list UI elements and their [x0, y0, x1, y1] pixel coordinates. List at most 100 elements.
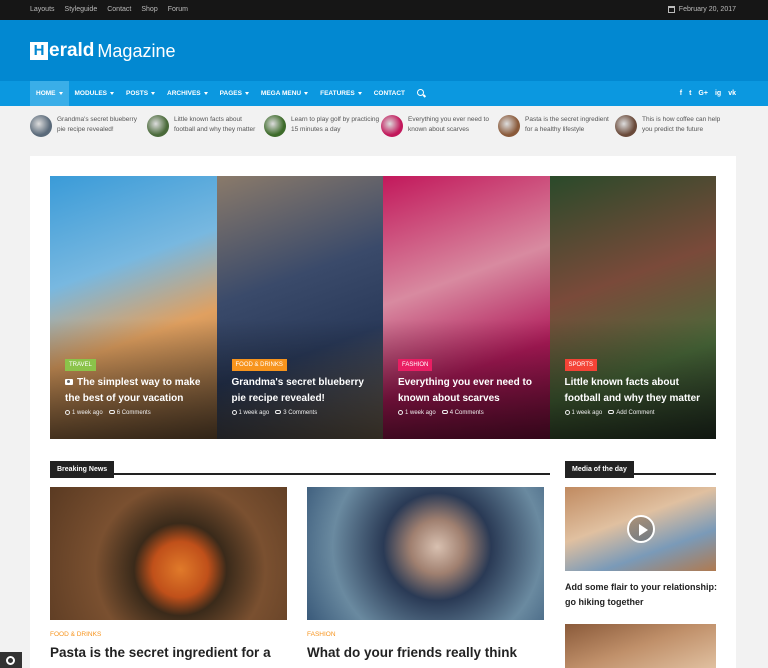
play-icon[interactable] [627, 515, 655, 543]
ticker-text[interactable]: Little known facts about football and wh… [174, 115, 264, 135]
ticker-thumbnail[interactable] [615, 115, 637, 137]
nav-item-label: FEATURES [320, 90, 355, 97]
content-panel: TRAVEL The simplest way to make the best … [30, 156, 736, 668]
featured-title[interactable]: Everything you ever need to known about … [398, 375, 540, 407]
post-time-text: 1 week ago [72, 410, 103, 417]
nav-item-home[interactable]: HOME [30, 81, 69, 106]
top-link-styleguide[interactable]: Styleguide [65, 6, 98, 13]
breaking-news-label: Breaking News [50, 461, 115, 478]
post-category[interactable]: FOOD & DRINKS [50, 631, 101, 638]
top-bar: Layouts Styleguide Contact Shop Forum Fe… [0, 0, 768, 20]
comment-icon [608, 410, 615, 415]
top-date: February 20, 2017 [667, 6, 736, 13]
ticker-thumbnail[interactable] [264, 115, 286, 137]
ticker-item[interactable]: Little known facts about football and wh… [147, 110, 264, 150]
featured-title[interactable]: Little known facts about football and wh… [565, 375, 707, 407]
social-links: f t G+ ig vk [680, 90, 736, 97]
chevron-down-icon [58, 92, 63, 95]
top-links: Layouts Styleguide Contact Shop Forum [30, 6, 188, 13]
media-photo-thumb[interactable] [565, 624, 716, 668]
featured-category[interactable]: FOOD & DRINKS [231, 359, 287, 371]
post-category[interactable]: FASHION [307, 631, 336, 638]
ticker-thumbnail[interactable] [147, 115, 169, 137]
facebook-icon[interactable]: f [680, 90, 682, 97]
site-header: H erald Magazine [0, 20, 768, 81]
post-time: 1 week ago [231, 410, 270, 417]
post-comments[interactable]: 4 Comments [441, 410, 484, 416]
post-time: 1 week ago [564, 410, 602, 416]
post-time-text: 1 week ago [238, 410, 270, 417]
clock-icon [65, 410, 70, 415]
featured-category[interactable]: SPORTS [564, 359, 598, 371]
nav-item-modules[interactable]: MODULES [69, 81, 121, 106]
post-image-pasta[interactable] [50, 487, 287, 620]
search-icon[interactable] [416, 89, 424, 96]
chevron-down-icon [357, 92, 362, 95]
site-logo[interactable]: H erald Magazine [30, 41, 176, 61]
media-heading: Media of the day [565, 458, 716, 478]
gear-icon [6, 656, 15, 665]
nav-item-mega-menu[interactable]: MEGA MENU [255, 81, 314, 106]
chevron-down-icon [203, 92, 208, 95]
calendar-icon [667, 6, 675, 13]
featured-post[interactable]: FASHION Everything you ever need to known… [383, 176, 550, 439]
ticker-text[interactable]: Everything you ever need to known about … [408, 115, 498, 135]
top-link-shop[interactable]: Shop [141, 6, 157, 13]
vk-icon[interactable]: vk [728, 90, 736, 97]
instagram-icon[interactable]: ig [715, 90, 721, 97]
post-title[interactable]: Pasta is the secret ingredient for a [50, 645, 271, 660]
logo-tagline: Magazine [97, 41, 176, 61]
ticker-item[interactable]: Pasta is the secret ingredient for a hea… [498, 110, 615, 150]
clock-icon [231, 410, 237, 415]
post-image-fashion[interactable] [307, 487, 544, 620]
ticker-thumbnail[interactable] [30, 115, 52, 137]
chevron-down-icon [110, 92, 114, 95]
featured-meta: 1 week ago 4 Comments [398, 410, 484, 416]
nav-item-contact[interactable]: CONTACT [368, 81, 411, 106]
post-comments[interactable]: Add Comment [608, 410, 655, 416]
nav-item-archives[interactable]: ARCHIVES [161, 81, 214, 106]
media-heading-label: Media of the day [565, 461, 634, 478]
featured-title-text: Grandma's secret blueberry pie recipe re… [231, 377, 364, 404]
ticker-item[interactable]: Learn to play golf by practicing 15 minu… [264, 110, 381, 150]
ticker-item[interactable]: This is how coffee can help you predict … [615, 110, 732, 150]
nav-item-pages[interactable]: PAGES [214, 81, 255, 106]
media-video-thumb[interactable] [565, 487, 716, 571]
ticker-thumbnail[interactable] [498, 115, 520, 137]
post-comments[interactable]: 6 Comments [108, 410, 151, 416]
ticker-text[interactable]: Learn to play golf by practicing 15 minu… [291, 115, 381, 135]
featured-title[interactable]: Grandma's secret blueberry pie recipe re… [232, 375, 374, 407]
twitter-icon[interactable]: t [689, 90, 691, 97]
featured-title[interactable]: The simplest way to make the best of you… [65, 375, 207, 407]
featured-post[interactable]: FOOD & DRINKS Grandma's secret blueberry … [216, 176, 383, 439]
ticker-text[interactable]: Pasta is the secret ingredient for a hea… [525, 115, 615, 135]
featured-category[interactable]: FASHION [398, 359, 433, 371]
nav-item-features[interactable]: FEATURES [314, 81, 368, 106]
ticker-text[interactable]: This is how coffee can help you predict … [642, 115, 732, 135]
featured-title-text: Everything you ever need to known about … [398, 377, 532, 404]
top-link-contact[interactable]: Contact [107, 6, 131, 13]
ticker-item[interactable]: Grandma's secret blueberry pie recipe re… [30, 110, 147, 150]
ticker-item[interactable]: Everything you ever need to known about … [381, 110, 498, 150]
featured-post[interactable]: TRAVEL The simplest way to make the best … [50, 176, 217, 439]
featured-title-text: The simplest way to make the best of you… [65, 377, 201, 404]
media-title[interactable]: Add some flair to your relationship: go … [565, 580, 720, 610]
featured-category[interactable]: TRAVEL [65, 359, 96, 371]
nav-item-label: MEGA MENU [260, 90, 302, 97]
nav-item-posts[interactable]: POSTS [120, 81, 161, 106]
featured-post[interactable]: SPORTS Little known facts about football … [549, 176, 716, 439]
top-link-forum[interactable]: Forum [168, 6, 188, 13]
post-comments[interactable]: 3 Comments [275, 410, 317, 416]
chevron-down-icon [151, 92, 156, 95]
top-link-layouts[interactable]: Layouts [30, 6, 55, 13]
nav-items: HOME MODULES POSTS ARCHIVES PAGES MEGA MENU FE… [30, 81, 424, 106]
google-plus-icon[interactable]: G+ [698, 90, 708, 97]
post-comments-text: 6 Comments [116, 410, 151, 416]
featured-meta: 1 week ago 3 Comments [231, 410, 317, 417]
camera-icon [65, 379, 73, 386]
ticker-thumbnail[interactable] [381, 115, 403, 137]
post-title[interactable]: What do your friends really think [307, 645, 517, 660]
ticker-text[interactable]: Grandma's secret blueberry pie recipe re… [57, 115, 147, 135]
settings-toggle[interactable] [0, 652, 22, 668]
nav-item-label: ARCHIVES [167, 90, 201, 97]
